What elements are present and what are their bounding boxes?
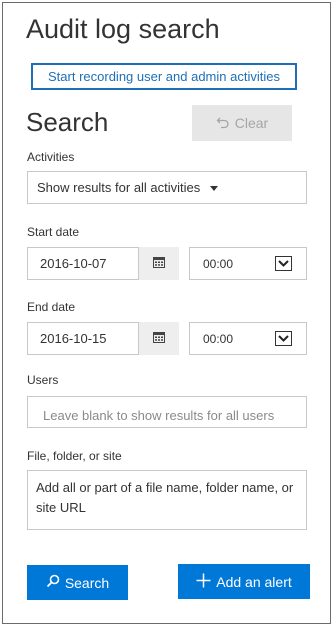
file-folder-site-input[interactable]: Add all or part of a file name, folder n… [27,470,307,530]
undo-icon [216,116,230,130]
end-date-calendar-button[interactable] [139,322,179,355]
calendar-icon [153,255,165,273]
add-alert-button[interactable]: Add an alert [178,564,310,599]
start-recording-link[interactable]: Start recording user and admin activitie… [31,63,297,90]
chevron-down-icon [275,256,292,271]
search-icon [46,574,60,591]
start-date-calendar-button[interactable] [139,247,179,280]
start-time-select[interactable]: 00:00 [189,247,307,280]
file-placeholder: Add all or part of a file name, folder n… [36,480,294,515]
search-button-label: Search [64,574,110,591]
clear-button[interactable]: Clear [192,105,292,141]
page-title: Audit log search [26,14,220,44]
search-button[interactable]: Search [27,565,128,600]
users-input[interactable]: Leave blank to show results for all user… [27,396,307,428]
activities-dropdown[interactable]: Show results for all activities [27,171,307,204]
end-time-select[interactable]: 00:00 [189,322,307,355]
start-date-input[interactable]: 2016-10-07 [27,247,139,280]
calendar-icon [153,330,165,348]
users-label: Users [27,373,59,387]
plus-icon [196,573,211,591]
users-placeholder: Leave blank to show results for all user… [43,408,275,423]
chevron-down-icon [275,331,292,346]
caret-down-icon [210,186,219,191]
start-date-label: Start date [27,225,80,239]
activities-label: Activities [27,150,75,164]
clear-label: Clear [234,115,269,131]
end-date-label: End date [27,300,76,314]
end-date-input[interactable]: 2016-10-15 [27,322,139,355]
end-time-value: 00:00 [203,331,234,346]
add-alert-label: Add an alert [216,573,292,590]
search-heading: Search [26,107,109,137]
activities-value: Show results for all activities [37,180,201,195]
file-label: File, folder, or site [27,449,122,463]
start-time-value: 00:00 [203,256,234,271]
